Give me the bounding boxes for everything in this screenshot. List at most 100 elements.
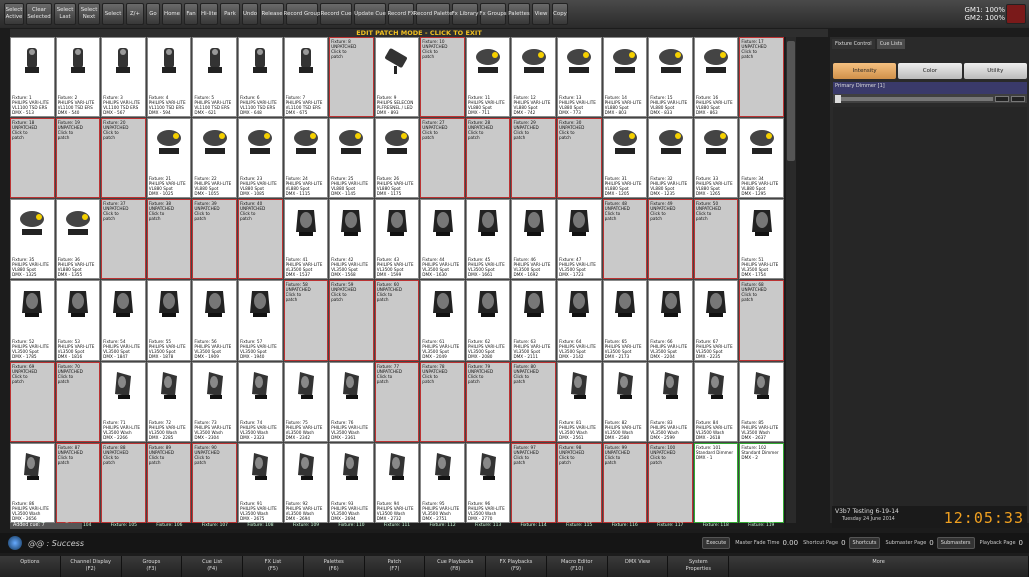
toolbar-button-5[interactable]: Z/+ <box>126 3 144 25</box>
fixture-tile[interactable]: Fixture: 25 PHILIPS VARI-LITE VL880 Spot… <box>329 118 374 199</box>
fixture-tile[interactable]: Fixture: 101 Standard Dimmer DMX - 1 <box>693 442 739 523</box>
fixture-tile[interactable]: Fixture: 52 PHILIPS VARI-LITE VL3500 Spo… <box>10 280 55 361</box>
fixture-tile[interactable]: Fixture: 77 UNPATCHED Click to patch <box>374 361 420 442</box>
fixture-tile[interactable]: Fixture: 17 UNPATCHED Click to patch <box>739 37 784 118</box>
fixture-tile[interactable]: Fixture: 95 PHILIPS VARI-LITE VL3500 Was… <box>420 442 465 523</box>
fixture-tile[interactable]: Fixture: 82 PHILIPS VARI-LITE VL3500 Was… <box>602 361 648 442</box>
utility-button[interactable]: Utility <box>963 63 1027 79</box>
fixture-tile[interactable]: Fixture: 68 UNPATCHED Click to patch <box>739 280 784 361</box>
fixture-tile[interactable]: Fixture: 41 PHILIPS VARI-LITE VL3500 Spo… <box>283 199 329 280</box>
command-text[interactable]: @@ : Success <box>28 539 84 548</box>
fixture-tile[interactable]: Fixture: 3 PHILIPS VARI-LITE VL1100 TSD … <box>101 37 146 118</box>
function-key-9[interactable]: Macro Editor (F10) <box>547 556 608 577</box>
blackout-button[interactable] <box>1006 4 1026 24</box>
footer-fixture-tile[interactable]: Fixture: 107 <box>192 523 238 529</box>
fixture-tile[interactable]: Fixture: 72 PHILIPS VARI-LITE VL3500 Was… <box>146 361 192 442</box>
function-key-0[interactable]: Options <box>0 556 61 577</box>
fixture-tile[interactable]: Fixture: 83 PHILIPS VARI-LITE VL3500 Was… <box>648 361 693 442</box>
fixture-tile[interactable]: Fixture: 18 UNPATCHED Click to patch <box>10 118 55 199</box>
fixture-tile[interactable]: Fixture: 87 UNPATCHED Click to patch <box>55 442 101 523</box>
toolbar-button-15[interactable]: Update Cue <box>354 3 386 25</box>
fixture-tile[interactable]: Fixture: 97 UNPATCHED Click to patch <box>511 442 557 523</box>
footer-fixture-tile[interactable]: Fixture: 109 <box>283 523 329 529</box>
tab-cue-lists[interactable]: Cue Lists <box>876 39 906 49</box>
fixture-tile[interactable]: Fixture: 19 UNPATCHED Click to patch <box>55 118 101 199</box>
fixture-tile[interactable]: Fixture: 43 PHILIPS VARI-LITE VL3500 Spo… <box>374 199 420 280</box>
footer-fixture-tile[interactable]: Fixture: 119 <box>739 523 785 529</box>
fixture-tile[interactable]: Fixture: 30 UNPATCHED Click to patch <box>557 118 602 199</box>
fixture-tile[interactable]: Fixture: 80 UNPATCHED Click to patch <box>511 361 557 442</box>
fixture-tile[interactable]: Fixture: 58 UNPATCHED Click to patch <box>283 280 329 361</box>
fixture-tile[interactable]: Fixture: 35 PHILIPS VARI-LITE VL880 Spot… <box>10 199 55 280</box>
fixture-tile[interactable]: Fixture: 34 PHILIPS VARI-LITE VL880 Spot… <box>739 118 784 199</box>
dimmer-field-1[interactable] <box>995 95 1009 102</box>
function-key-3[interactable]: Cue List (F4) <box>182 556 244 577</box>
fixture-tile[interactable]: Fixture: 91 PHILIPS VARI-LITE VL3500 Was… <box>237 442 283 523</box>
fixture-tile[interactable]: Fixture: 24 PHILIPS VARI-LITE VL880 Spot… <box>283 118 329 199</box>
toolbar-button-0[interactable]: Select Active <box>4 3 24 25</box>
fixture-tile[interactable]: Fixture: 93 PHILIPS VARI-LITE VL3500 Was… <box>329 442 374 523</box>
logo-icon[interactable] <box>8 536 22 550</box>
fixture-tile[interactable]: Fixture: 76 PHILIPS VARI-LITE VL3500 Was… <box>329 361 374 442</box>
fixture-tile[interactable]: Fixture: 78 UNPATCHED Click to patch <box>420 361 465 442</box>
fixture-tile[interactable]: Fixture: 62 PHILIPS VARI-LITE VL3500 Spo… <box>465 280 511 361</box>
toolbar-button-21[interactable]: View <box>532 3 550 25</box>
fixture-tile[interactable]: Fixture: 13 PHILIPS VARI-LITE VL880 Spot… <box>557 37 602 118</box>
scroll-thumb[interactable] <box>787 41 795 161</box>
fixture-tile[interactable]: Fixture: 51 PHILIPS VARI-LITE VL3500 Spo… <box>739 199 784 280</box>
fixture-tile[interactable]: Fixture: 29 UNPATCHED Click to patch <box>511 118 557 199</box>
toolbar-button-22[interactable]: Copy <box>552 3 568 25</box>
fixture-tile[interactable]: Fixture: 61 PHILIPS VARI-LITE VL3500 Spo… <box>420 280 465 361</box>
fixture-tile[interactable]: Fixture: 11 PHILIPS VARI-LITE VL880 Spot… <box>465 37 511 118</box>
fixture-tile[interactable]: Fixture: 92 PHILIPS VARI-LITE VL3500 Was… <box>283 442 329 523</box>
fixture-tile[interactable]: Fixture: 54 PHILIPS VARI-LITE VL3500 Spo… <box>101 280 146 361</box>
fixture-tile[interactable]: Fixture: 81 PHILIPS VARI-LITE VL3500 Was… <box>557 361 602 442</box>
toolbar-button-19[interactable]: Fx Groups <box>479 3 507 25</box>
dimmer-field-2[interactable] <box>1011 95 1025 102</box>
toolbar-button-7[interactable]: Home <box>162 3 182 25</box>
toolbar-button-11[interactable]: Undo <box>242 3 258 25</box>
execute-button[interactable]: Execute <box>702 537 731 549</box>
footer-fixture-tile[interactable]: Fixture: 110 <box>329 523 375 529</box>
submaster-page-value[interactable]: 0 <box>929 539 933 547</box>
fixture-tile[interactable]: Fixture: 14 PHILIPS VARI-LITE VL880 Spot… <box>602 37 648 118</box>
fixture-tile[interactable]: Fixture: 28 UNPATCHED Click to patch <box>465 118 511 199</box>
fixture-tile[interactable]: Fixture: 55 PHILIPS VARI-LITE VL3500 Spo… <box>146 280 192 361</box>
fixture-tile[interactable]: Fixture: 74 PHILIPS VARI-LITE VL3500 Was… <box>237 361 283 442</box>
fixture-tile[interactable]: Fixture: 22 PHILIPS VARI-LITE VL880 Spot… <box>192 118 237 199</box>
fixture-tile[interactable]: Fixture: 59 UNPATCHED Click to patch <box>329 280 374 361</box>
function-key-2[interactable]: Groups (F3) <box>122 556 183 577</box>
toolbar-button-10[interactable]: Park <box>220 3 240 25</box>
footer-fixture-tile[interactable]: Fixture: 117 <box>647 523 693 529</box>
toolbar-button-14[interactable]: Record Cue <box>320 3 352 25</box>
fixture-tile[interactable]: Fixture: 40 UNPATCHED Click to patch <box>237 199 283 280</box>
function-key-5[interactable]: Palettes (F6) <box>304 556 365 577</box>
footer-fixture-tile[interactable]: Fixture: 106 <box>147 523 193 529</box>
fixture-tile[interactable]: Fixture: 50 UNPATCHED Click to patch <box>693 199 739 280</box>
fixture-tile[interactable]: Fixture: 36 PHILIPS VARI-LITE VL880 Spot… <box>55 199 101 280</box>
fixture-tile[interactable]: Fixture: 47 PHILIPS VARI-LITE VL3500 Spo… <box>557 199 602 280</box>
function-key-10[interactable]: DMX View <box>608 556 669 577</box>
shortcut-page-value[interactable]: 0 <box>841 539 845 547</box>
footer-fixture-tile[interactable]: Fixture: 113 <box>465 523 511 529</box>
fixture-tile[interactable]: Fixture: 7 PHILIPS VARI-LITE VL1100 TSD … <box>283 37 329 118</box>
fixture-tile[interactable]: Fixture: 88 UNPATCHED Click to patch <box>101 442 146 523</box>
fixture-tile[interactable]: Fixture: 75 PHILIPS VARI-LITE VL3500 Was… <box>283 361 329 442</box>
fixture-tile[interactable]: Fixture: 32 PHILIPS VARI-LITE VL880 Spot… <box>648 118 693 199</box>
footer-fixture-tile[interactable]: Fixture: 118 <box>693 523 739 529</box>
toolbar-button-8[interactable]: Fan <box>184 3 198 25</box>
footer-fixture-tile[interactable]: Fixture: 114 <box>511 523 557 529</box>
footer-fixture-tile[interactable]: Fixture: 105 <box>101 523 147 529</box>
fixture-tile[interactable]: Fixture: 26 PHILIPS VARI-LITE VL880 Spot… <box>374 118 420 199</box>
fixture-tile[interactable]: Fixture: 33 PHILIPS VARI-LITE VL880 Spot… <box>693 118 739 199</box>
toolbar-button-1[interactable]: Clear Selected <box>26 3 52 25</box>
fixture-tile[interactable]: Fixture: 86 PHILIPS VARI-LITE VL3500 Was… <box>10 442 55 523</box>
fixture-tile[interactable]: Fixture: 39 UNPATCHED Click to patch <box>192 199 237 280</box>
fixture-tile[interactable]: Fixture: 99 UNPATCHED Click to patch <box>602 442 648 523</box>
fixture-tile[interactable]: Fixture: 21 PHILIPS VARI-LITE VL880 Spot… <box>146 118 192 199</box>
fixture-tile[interactable]: Fixture: 69 UNPATCHED Click to patch <box>10 361 55 442</box>
function-key-7[interactable]: Cue Playbacks (F8) <box>425 556 487 577</box>
toolbar-button-12[interactable]: Release <box>260 3 284 25</box>
toolbar-button-16[interactable]: Record FX <box>387 3 415 25</box>
fixture-tile[interactable]: Fixture: 100 UNPATCHED Click to patch <box>648 442 693 523</box>
